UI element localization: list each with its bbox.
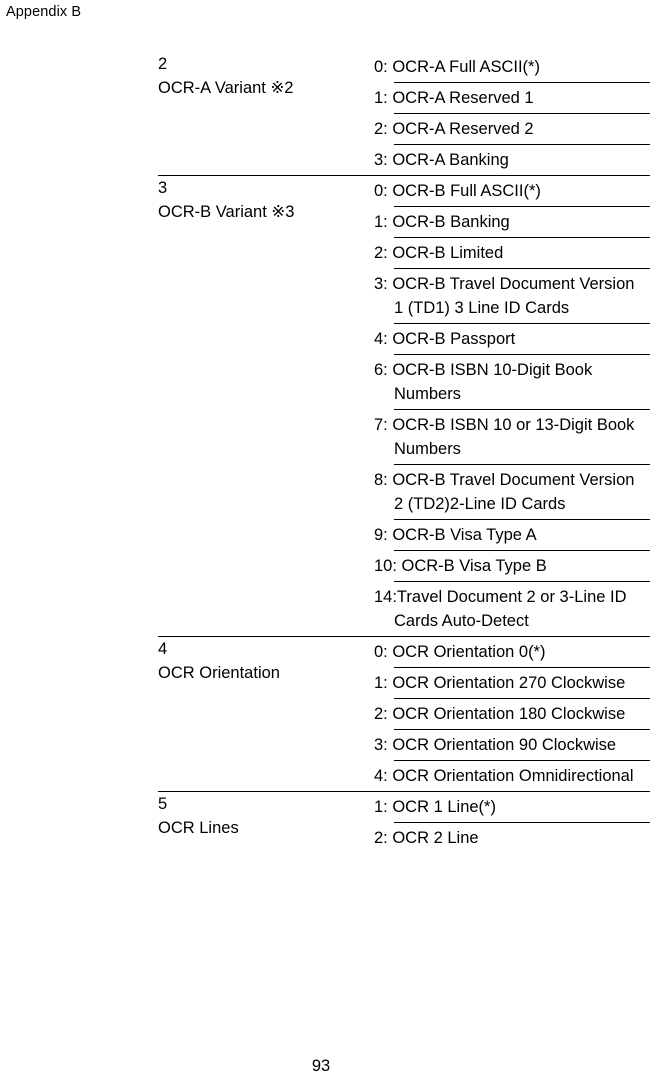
option-row[interactable]: 0: OCR-A Full ASCII(*) <box>374 52 650 83</box>
option-row[interactable]: 4: OCR Orientation Omnidirectional <box>374 760 650 791</box>
option-label: 0: OCR Orientation 0(*) <box>374 643 546 661</box>
option-label: 2: OCR-B Limited <box>374 237 650 269</box>
option-row[interactable]: 3: OCR-B Travel Document Version 1 (TD1)… <box>374 268 650 324</box>
running-header: Appendix B <box>6 4 82 20</box>
options-list: 0: OCR-A Full ASCII(*) 1: OCR-A Reserved … <box>374 52 650 175</box>
group-name: OCR Orientation <box>158 664 280 682</box>
option-label: 2: OCR-A Reserved 2 <box>374 113 650 145</box>
options-cell: 0: OCR-B Full ASCII(*) 1: OCR-B Banking 2:… <box>374 175 650 637</box>
option-row[interactable]: 10: OCR-B Visa Type B <box>374 550 650 582</box>
option-row[interactable]: 4: OCR-B Passport <box>374 323 650 355</box>
options-list: 1: OCR 1 Line(*) 2: OCR 2 Line <box>374 792 650 853</box>
option-label: 1: OCR-A Reserved 1 <box>374 82 650 114</box>
group-name: OCR-B Variant ※3 <box>158 203 295 221</box>
option-label: 1: OCR-B Banking <box>374 206 650 238</box>
option-label: 2: OCR Orientation 180 Clockwise <box>374 698 650 730</box>
option-row[interactable]: 0: OCR Orientation 0(*) <box>374 637 650 668</box>
option-row[interactable]: 1: OCR-A Reserved 1 <box>374 82 650 114</box>
options-list: 0: OCR-B Full ASCII(*) 1: OCR-B Banking 2:… <box>374 176 650 636</box>
table-row: 5 OCR Lines 1: OCR 1 Line(*) 2: OCR 2 Line <box>158 791 650 853</box>
option-label: 8: OCR-B Travel Document Version 2 (TD2)… <box>374 464 650 520</box>
page-number: 93 <box>311 1057 331 1075</box>
option-label: 6: OCR-B ISBN 10-Digit Book Numbers <box>374 354 650 410</box>
option-row[interactable]: 2: OCR Orientation 180 Clockwise <box>374 698 650 730</box>
group-number: 5 <box>158 795 168 813</box>
option-row[interactable]: 1: OCR Orientation 270 Clockwise <box>374 667 650 699</box>
option-row[interactable]: 9: OCR-B Visa Type A <box>374 519 650 551</box>
option-row[interactable]: 3: OCR Orientation 90 Clockwise <box>374 729 650 761</box>
option-label: 4: OCR-B Passport <box>374 323 650 355</box>
group-cell: 5 OCR Lines <box>158 791 394 853</box>
table-body: 2 OCR-A Variant ※2 0: OCR-A Full ASCII(*) 1… <box>158 52 650 853</box>
option-row[interactable]: 7: OCR-B ISBN 10 or 13-Digit Book Number… <box>374 409 650 465</box>
option-row[interactable]: 1: OCR-B Banking <box>374 206 650 238</box>
option-row[interactable]: 8: OCR-B Travel Document Version 2 (TD2)… <box>374 464 650 520</box>
option-row[interactable]: 6: OCR-B ISBN 10-Digit Book Numbers <box>374 354 650 410</box>
option-label: 1: OCR 1 Line(*) <box>374 798 496 816</box>
option-label: 9: OCR-B Visa Type A <box>374 519 650 551</box>
options-list: 0: OCR Orientation 0(*) 1: OCR Orientatio… <box>374 637 650 791</box>
options-cell: 1: OCR 1 Line(*) 2: OCR 2 Line <box>374 791 650 853</box>
option-label: 3: OCR-B Travel Document Version 1 (TD1)… <box>374 268 650 324</box>
option-row[interactable]: 0: OCR-B Full ASCII(*) <box>374 176 650 207</box>
option-label: 14:Travel Document 2 or 3-Line ID Cards … <box>374 581 650 636</box>
option-label: 3: OCR-A Banking <box>374 144 650 175</box>
group-cell: 3 OCR-B Variant ※3 <box>158 175 394 637</box>
table-row: 3 OCR-B Variant ※3 0: OCR-B Full ASCII(*) 1… <box>158 175 650 637</box>
option-label: 0: OCR-B Full ASCII(*) <box>374 182 541 200</box>
group-number: 2 <box>158 55 168 73</box>
options-cell: 0: OCR-A Full ASCII(*) 1: OCR-A Reserved … <box>374 52 650 176</box>
option-label: 1: OCR Orientation 270 Clockwise <box>374 667 650 699</box>
option-row[interactable]: 2: OCR-A Reserved 2 <box>374 113 650 145</box>
group-name: OCR-A Variant ※2 <box>158 79 294 97</box>
option-row[interactable]: 2: OCR-B Limited <box>374 237 650 269</box>
option-label: 4: OCR Orientation Omnidirectional <box>374 760 650 791</box>
group-cell: 4 OCR Orientation <box>158 636 394 792</box>
table-row: 4 OCR Orientation 0: OCR Orientation 0(*) 1… <box>158 636 650 792</box>
ocr-settings-table: 2 OCR-A Variant ※2 0: OCR-A Full ASCII(*) 1… <box>158 52 650 853</box>
option-label: 0: OCR-A Full ASCII(*) <box>374 58 540 76</box>
group-number: 3 <box>158 179 168 197</box>
option-row[interactable]: 2: OCR 2 Line <box>374 822 650 853</box>
table-row: 2 OCR-A Variant ※2 0: OCR-A Full ASCII(*) 1… <box>158 52 650 176</box>
option-row[interactable]: 14:Travel Document 2 or 3-Line ID Cards … <box>374 581 650 636</box>
group-number: 4 <box>158 640 168 658</box>
option-label: 2: OCR 2 Line <box>374 822 650 853</box>
option-label: 10: OCR-B Visa Type B <box>374 550 650 582</box>
group-name: OCR Lines <box>158 819 239 837</box>
option-label: 3: OCR Orientation 90 Clockwise <box>374 729 650 761</box>
group-cell: 2 OCR-A Variant ※2 <box>158 52 394 176</box>
options-cell: 0: OCR Orientation 0(*) 1: OCR Orientatio… <box>374 636 650 792</box>
option-row[interactable]: 3: OCR-A Banking <box>374 144 650 175</box>
option-label: 7: OCR-B ISBN 10 or 13-Digit Book Number… <box>374 409 650 465</box>
option-row[interactable]: 1: OCR 1 Line(*) <box>374 792 650 823</box>
